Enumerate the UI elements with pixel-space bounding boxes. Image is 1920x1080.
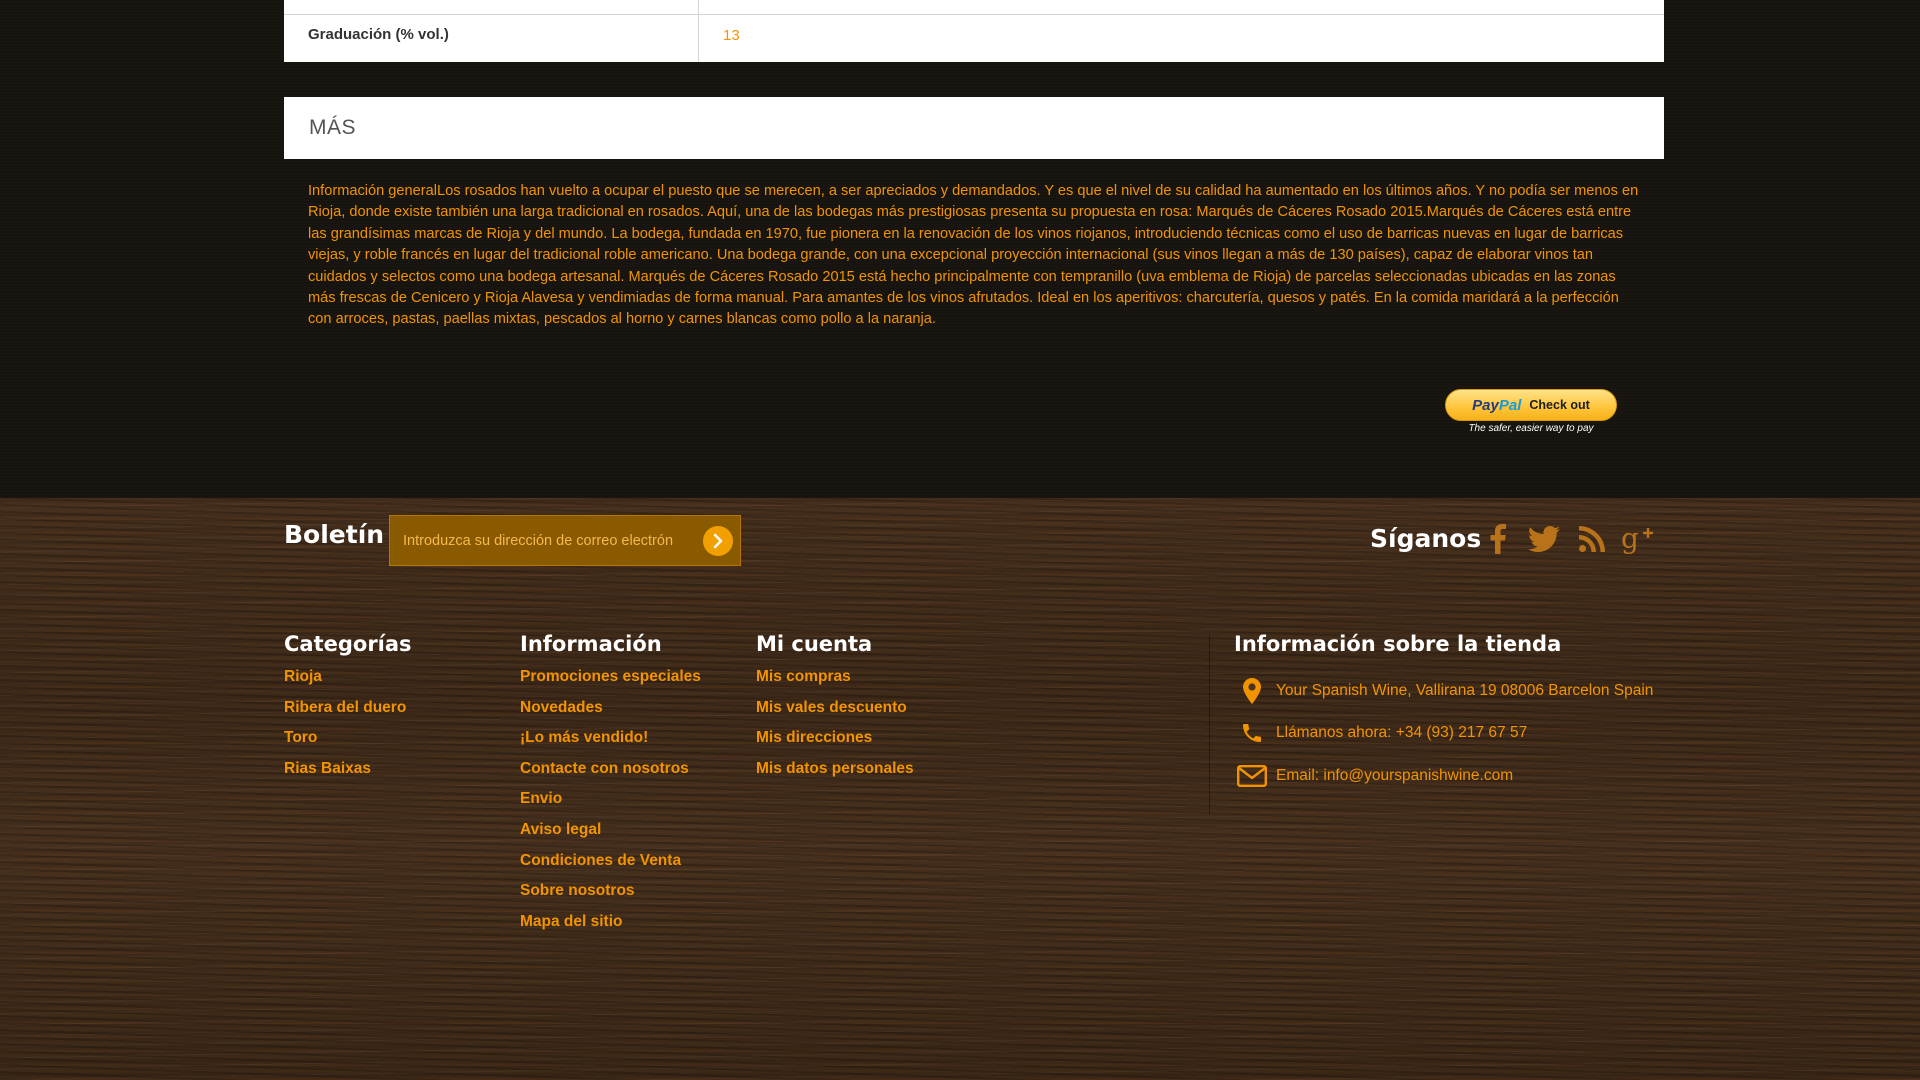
rss-icon[interactable] [1574, 521, 1610, 557]
product-description: Información generalLos rosados han vuelt… [308, 183, 1639, 328]
footer-column-account: Mi cuenta Mis compras Mis vales descuent… [756, 632, 914, 790]
paypal-checkout-button[interactable]: PayPal Check out [1445, 389, 1617, 421]
store-phone: Llámanos ahora: +34 (93) 217 67 57 [1234, 721, 1527, 745]
spec-label: Graduación (% vol.) [284, 0, 699, 62]
spec-row: Graduación (% vol.) 13 [284, 0, 1664, 62]
paypal-logo-pal: Pal [1498, 396, 1522, 414]
google-plus-icon[interactable]: g [1620, 521, 1656, 557]
footer-link-toro[interactable]: Toro [284, 729, 412, 760]
footer-link-contacto[interactable]: Contacte con nosotros [520, 760, 701, 791]
newsletter-form [389, 515, 741, 566]
footer-link-mis-vales[interactable]: Mis vales descuento [756, 699, 914, 730]
account-list: Mis compras Mis vales descuento Mis dire… [756, 668, 914, 790]
product-details-area: Graduación (% vol.) 13 MÁS Información g… [0, 0, 1920, 498]
footer-link-promociones[interactable]: Promociones especiales [520, 668, 701, 699]
store-phone-text: Llámanos ahora: +34 (93) 217 67 57 [1276, 724, 1528, 741]
footer-link-aviso-legal[interactable]: Aviso legal [520, 821, 701, 852]
svg-text:g: g [1621, 524, 1639, 554]
footer-link-envio[interactable]: Envio [520, 790, 701, 821]
facebook-icon[interactable] [1480, 521, 1516, 557]
newsletter-email-input[interactable] [403, 532, 693, 549]
footer-link-mis-direcciones[interactable]: Mis direcciones [756, 729, 914, 760]
store-address-text: Your Spanish Wine, Vallirana 19 08006 Ba… [1276, 682, 1654, 699]
phone-icon [1234, 721, 1270, 745]
store-email-text[interactable]: Email: info@yourspanishwine.com [1276, 767, 1513, 785]
footer-link-condiciones[interactable]: Condiciones de Venta [520, 852, 701, 883]
footer-link-sobre-nosotros[interactable]: Sobre nosotros [520, 882, 701, 913]
footer-link-rias-baixas[interactable]: Rias Baixas [284, 760, 412, 791]
map-pin-icon [1234, 678, 1270, 704]
store-address: Your Spanish Wine, Vallirana 19 08006 Ba… [1234, 678, 1653, 704]
paypal-logo: PayPal [1472, 397, 1521, 414]
categories-title: Categorías [284, 632, 412, 656]
paypal-button-label: Check out [1529, 398, 1590, 412]
chevron-right-circle-icon[interactable] [703, 525, 733, 556]
footer-link-mis-datos[interactable]: Mis datos personales [756, 760, 914, 791]
information-list: Promociones especiales Novedades ¡Lo más… [520, 668, 701, 943]
store-info-title: Información sobre la tienda [1234, 632, 1562, 656]
footer-column-store: Información sobre la tienda Your Spanish… [1234, 632, 1653, 787]
footer-link-mis-compras[interactable]: Mis compras [756, 668, 914, 699]
footer-link-ribera-del-duero[interactable]: Ribera del duero [284, 699, 412, 730]
follow-us-title: Síganos [1370, 524, 1482, 553]
footer-link-mas-vendido[interactable]: ¡Lo más vendido! [520, 729, 701, 760]
footer-column-information: Información Promociones especiales Noved… [520, 632, 701, 943]
footer-link-rioja[interactable]: Rioja [284, 668, 412, 699]
categories-list: Rioja Ribera del duero Toro Rias Baixas [284, 668, 412, 790]
store-info-divider [1209, 635, 1210, 815]
store-email: Email: info@yourspanishwine.com [1234, 765, 1513, 787]
footer-link-novedades[interactable]: Novedades [520, 699, 701, 730]
more-section-title: MÁS [309, 116, 357, 139]
row-divider [284, 14, 1664, 15]
more-section-header: MÁS [284, 97, 1664, 159]
paypal-checkout[interactable]: PayPal Check out The safer, easier way t… [1445, 389, 1617, 437]
twitter-icon[interactable] [1526, 521, 1562, 557]
information-title: Información [520, 632, 662, 656]
footer-link-mapa-sitio[interactable]: Mapa del sitio [520, 913, 701, 944]
paypal-logo-pay: Pay [1472, 396, 1499, 414]
spec-value: 13 [723, 27, 740, 44]
footer-column-categories: Categorías Rioja Ribera del duero Toro R… [284, 632, 412, 790]
envelope-icon [1234, 765, 1270, 787]
newsletter-title: Boletín [284, 520, 385, 549]
account-title: Mi cuenta [756, 632, 873, 656]
paypal-tagline: The safer, easier way to pay [1468, 423, 1594, 434]
